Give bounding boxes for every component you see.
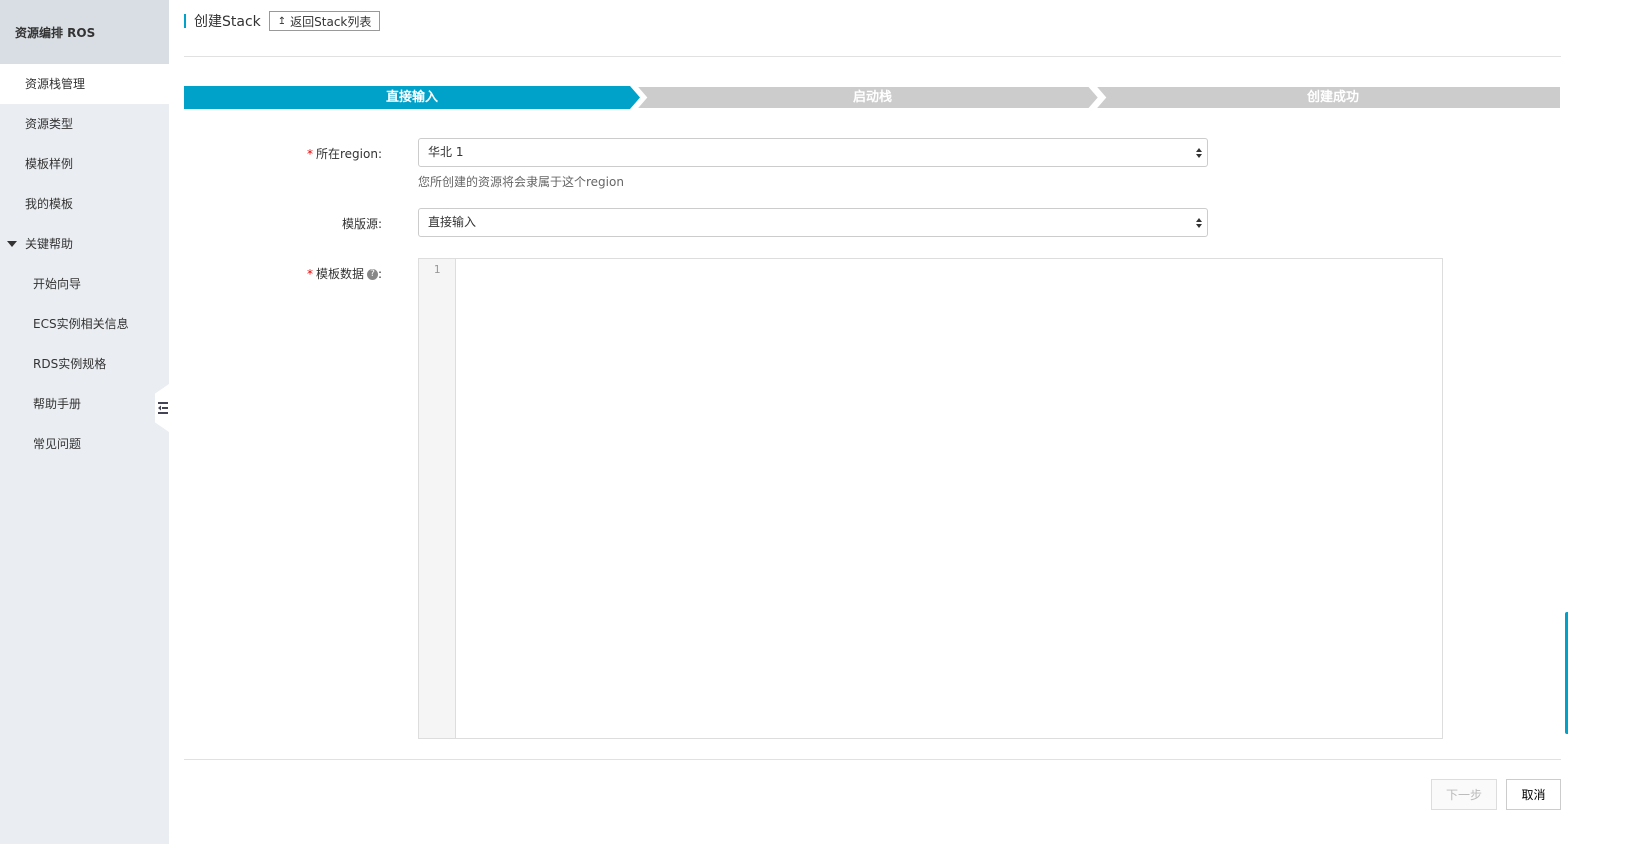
line-number: 1 [433,263,441,276]
sidebar-item-help-manual[interactable]: 帮助手册 [0,384,169,424]
back-to-stack-list-button[interactable]: ↥ 返回Stack列表 [268,11,381,31]
collapse-sidebar-icon [158,402,168,414]
step-create-success: 创建成功 [1306,90,1359,105]
select-arrows-icon [1196,218,1202,228]
back-button-label: 返回Stack列表 [290,14,372,29]
caret-down-icon [7,241,17,247]
template-source-select-value: 直接输入 [428,215,477,229]
page-title: 创建Stack [194,14,261,30]
template-source-label: 模版源: [341,217,382,231]
region-label: * 所在region: [307,147,382,161]
sidebar-item-label: 模板样例 [25,157,74,171]
title-divider [184,56,1561,57]
sidebar-item-resource-types[interactable]: 资源类型 [0,104,169,144]
next-step-button[interactable]: 下一步 [1431,779,1497,810]
cancel-button[interactable]: 取消 [1506,779,1561,810]
sidebar-item-faq[interactable]: 常见问题 [0,424,169,464]
step-progress: 直接输入 启动栈 创建成功 [184,86,1561,109]
sidebar-item-label: 常见问题 [33,437,82,451]
sidebar: 资源编排 ROS 资源栈管理 资源类型 模板样例 我的模板 关键帮助 开始向导 … [0,0,169,844]
sidebar-group-key-help[interactable]: 关键帮助 [0,224,169,264]
region-help-text: 您所创建的资源将会隶属于这个region [418,175,624,189]
sidebar-group-label: 关键帮助 [25,237,74,251]
editor-gutter: 1 [419,259,456,738]
template-source-select[interactable]: 直接输入 [418,208,1208,237]
required-mark: * [307,147,313,161]
sidebar-item-ecs-info[interactable]: ECS实例相关信息 [0,304,169,344]
main-content: 创建Stack ↥ 返回Stack列表 直接输入 启动栈 创建成功 * 所在reg… [184,0,1561,844]
sidebar-item-label: ECS实例相关信息 [33,317,129,331]
sidebar-item-label: RDS实例规格 [33,357,107,371]
help-question-icon[interactable]: ? [366,269,378,280]
region-select[interactable]: 华北 1 [418,138,1208,167]
sidebar-item-label: 资源栈管理 [25,77,86,91]
footer-divider [184,759,1561,760]
sidebar-item-label: 资源类型 [25,117,74,131]
title-bar: 创建Stack ↥ 返回Stack列表 [184,10,381,32]
step-launch-stack: 启动栈 [852,90,892,105]
sidebar-item-template-samples[interactable]: 模板样例 [0,144,169,184]
arrow-up-icon: ↥ [277,15,287,27]
sidebar-title: 资源编排 ROS [0,0,169,64]
sidebar-item-rds-specs[interactable]: RDS实例规格 [0,344,169,384]
right-edge-tab[interactable] [1565,612,1568,734]
sidebar-item-my-templates[interactable]: 我的模板 [0,184,169,224]
required-mark: * [306,267,313,281]
sidebar-item-label: 开始向导 [33,277,82,291]
title-accent-bar [184,14,186,28]
template-data-editor[interactable]: 1 [418,258,1443,739]
editor-code-area[interactable] [456,259,1442,738]
sidebar-item-stack-management[interactable]: 资源栈管理 [0,64,169,104]
region-select-value: 华北 1 [428,145,464,159]
step-direct-input: 直接输入 [385,90,438,105]
sidebar-item-getting-started[interactable]: 开始向导 [0,264,169,304]
sidebar-item-label: 帮助手册 [33,397,82,411]
template-data-label: * 模板数据?: [306,267,382,281]
select-arrows-icon [1196,148,1202,158]
sidebar-item-label: 我的模板 [25,197,74,211]
